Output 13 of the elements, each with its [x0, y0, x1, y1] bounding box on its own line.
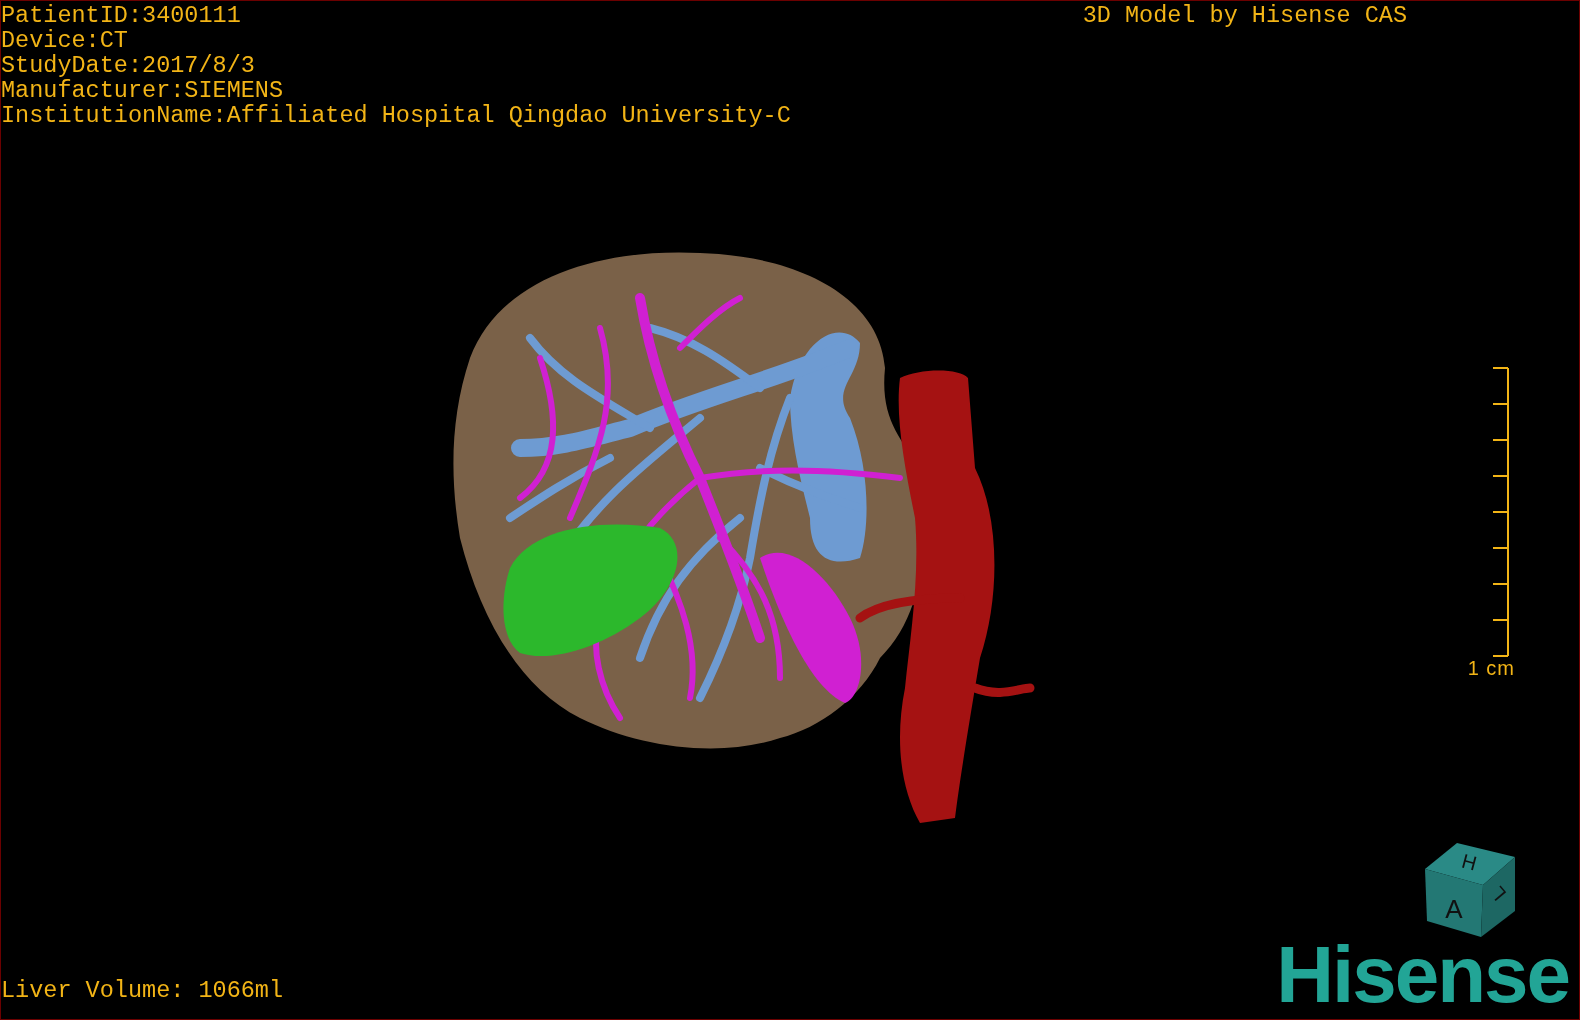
scale-label: 1 cm [1467, 658, 1515, 678]
cube-face-label: H [1459, 849, 1480, 875]
cube-face-label: A [1445, 894, 1463, 924]
liver-volume: Liver Volume: 1066ml [1, 978, 284, 1003]
viewer-title: 3D Model by Hisense CAS [1082, 1, 1407, 31]
patient-info-line: PatientID:3400111 [1, 3, 242, 28]
patient-info-line: Device:CT [1, 28, 129, 53]
brand-logo: Hisense [1276, 939, 1569, 1011]
patient-info-line: InstitutionName:Affiliated Hospital Qingdao University-C [1, 103, 791, 128]
cube-face-label: L [1486, 882, 1511, 905]
patient-info-line: StudyDate:2017/8/3 [1, 53, 256, 78]
patient-info-line: Manufacturer:SIEMENS [1, 78, 285, 103]
orientation-cube[interactable]: H A L [1419, 841, 1519, 939]
